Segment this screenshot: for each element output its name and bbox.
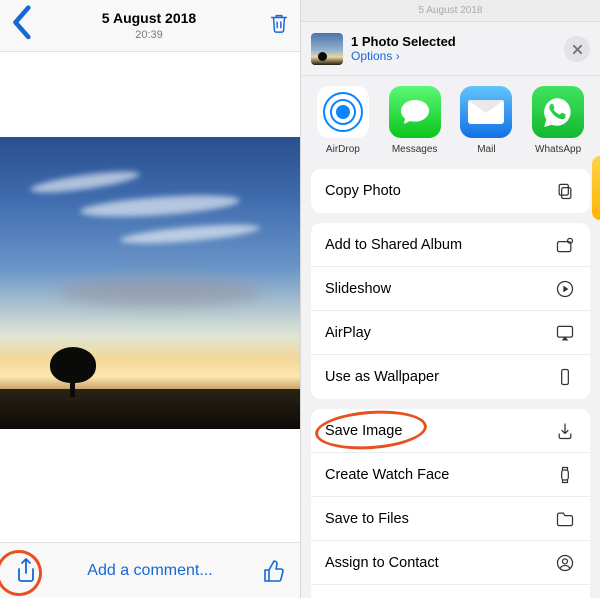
action-create-watch-face[interactable]: Create Watch Face bbox=[311, 453, 590, 497]
delete-button[interactable] bbox=[266, 11, 290, 40]
action-save-image[interactable]: Save Image bbox=[311, 409, 590, 453]
action-label: Slideshow bbox=[325, 281, 391, 297]
messages-icon bbox=[389, 86, 441, 138]
photo-time: 20:39 bbox=[32, 29, 266, 41]
action-airplay[interactable]: AirPlay bbox=[311, 311, 590, 355]
action-label: Save to Files bbox=[325, 511, 409, 527]
add-comment-button[interactable]: Add a comment... bbox=[40, 562, 260, 580]
action-add-to-shared-album[interactable]: Add to Shared Album bbox=[311, 223, 590, 267]
photo-toolbar: Add a comment... bbox=[0, 542, 300, 598]
airdrop-icon bbox=[317, 86, 369, 138]
photo-date: 5 August 2018 bbox=[102, 10, 196, 26]
phone-icon bbox=[554, 366, 576, 388]
app-notes-peek[interactable] bbox=[592, 156, 600, 220]
contact-icon bbox=[554, 552, 576, 574]
photo-detail-screen: 5 August 2018 20:39 bbox=[0, 0, 301, 598]
action-group-2: Add to Shared Album Slideshow AirPlay Us… bbox=[311, 223, 590, 399]
action-label: Add to Shared Album bbox=[325, 237, 462, 253]
action-label: Copy Photo bbox=[325, 183, 401, 199]
action-group-1: Copy Photo bbox=[311, 169, 590, 213]
action-label: Use as Wallpaper bbox=[325, 369, 439, 385]
action-slideshow[interactable]: Slideshow bbox=[311, 267, 590, 311]
photo-date-title: 5 August 2018 20:39 bbox=[32, 10, 266, 41]
action-print[interactable]: Print bbox=[311, 585, 590, 598]
photo-viewer[interactable] bbox=[0, 52, 300, 542]
copy-icon bbox=[554, 180, 576, 202]
close-button[interactable] bbox=[564, 36, 590, 62]
background-header-peek: 5 August 2018 bbox=[301, 0, 600, 22]
photo-image bbox=[0, 137, 300, 429]
share-sheet: 5 August 2018 1 Photo Selected Options ›… bbox=[301, 0, 600, 598]
share-options-link[interactable]: Options › bbox=[351, 49, 456, 63]
app-airdrop[interactable]: AirDrop bbox=[311, 86, 375, 155]
back-button[interactable] bbox=[10, 4, 32, 48]
photo-header: 5 August 2018 20:39 bbox=[0, 0, 300, 52]
like-button[interactable] bbox=[260, 557, 288, 585]
action-assign-to-contact[interactable]: Assign to Contact bbox=[311, 541, 590, 585]
action-label: Create Watch Face bbox=[325, 467, 449, 483]
share-sheet-header: 1 Photo Selected Options › bbox=[301, 22, 600, 76]
app-label: WhatsApp bbox=[526, 144, 590, 155]
action-save-to-files[interactable]: Save to Files bbox=[311, 497, 590, 541]
watch-icon bbox=[554, 464, 576, 486]
mail-icon bbox=[460, 86, 512, 138]
shared-album-icon bbox=[554, 234, 576, 256]
download-icon bbox=[554, 420, 576, 442]
whatsapp-icon bbox=[532, 86, 584, 138]
share-sheet-title: 1 Photo Selected bbox=[351, 34, 456, 49]
selected-photo-thumbnail[interactable] bbox=[311, 33, 343, 65]
app-whatsapp[interactable]: WhatsApp bbox=[526, 86, 590, 155]
play-circle-icon bbox=[554, 278, 576, 300]
app-messages[interactable]: Messages bbox=[383, 86, 447, 155]
action-label: AirPlay bbox=[325, 325, 371, 341]
action-label: Save Image bbox=[325, 423, 402, 439]
app-label: AirDrop bbox=[311, 144, 375, 155]
action-label: Assign to Contact bbox=[325, 555, 439, 571]
share-button[interactable] bbox=[12, 557, 40, 585]
app-mail[interactable]: Mail bbox=[454, 86, 518, 155]
airplay-icon bbox=[554, 322, 576, 344]
action-copy-photo[interactable]: Copy Photo bbox=[311, 169, 590, 213]
app-label: Mail bbox=[454, 144, 518, 155]
action-use-as-wallpaper[interactable]: Use as Wallpaper bbox=[311, 355, 590, 399]
share-actions-list[interactable]: Copy Photo Add to Shared Album Slideshow… bbox=[301, 163, 600, 598]
app-label: Messages bbox=[383, 144, 447, 155]
folder-icon bbox=[554, 508, 576, 530]
share-apps-row[interactable]: AirDrop Messages Mail WhatsApp bbox=[301, 76, 600, 163]
action-group-3: Save Image Create Watch Face Save to Fil… bbox=[311, 409, 590, 598]
